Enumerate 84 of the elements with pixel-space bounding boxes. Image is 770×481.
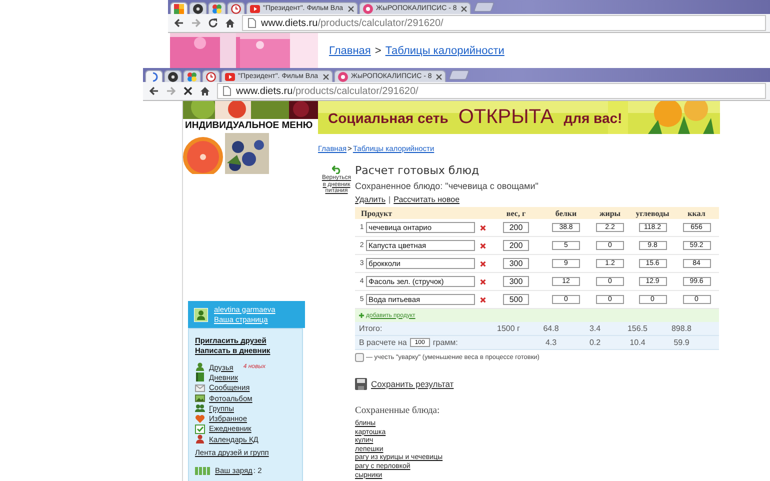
weight-field[interactable]: 300: [503, 276, 529, 287]
browser-tab[interactable]: [189, 2, 207, 14]
saved-dish-label: Сохраненное блюдо: "чечевица с овощами": [355, 181, 540, 193]
column-header: белки: [554, 208, 578, 218]
browser-tab[interactable]: [202, 70, 220, 82]
back-icon[interactable]: [174, 18, 184, 28]
per-value: 10.4: [628, 338, 646, 347]
stop-icon[interactable]: [183, 86, 193, 96]
total-weight: 1500 г: [496, 324, 521, 333]
remove-icon[interactable]: [480, 260, 486, 266]
breadcrumb-link[interactable]: Таблицы калорийности: [385, 45, 504, 57]
undo-arrow-icon[interactable]: [332, 165, 342, 174]
book-icon: [195, 372, 205, 382]
disc-icon: [168, 72, 178, 82]
pinwheel-icon: [187, 72, 197, 82]
plus-icon[interactable]: [359, 313, 364, 318]
group-icon: [195, 403, 205, 414]
battery-icon: [195, 466, 211, 475]
breadcrumb-link[interactable]: Главная: [329, 45, 371, 57]
close-icon[interactable]: [436, 74, 442, 80]
column-header: жиры: [598, 208, 622, 218]
page-icon: [248, 18, 256, 28]
per-label: В расчете на: [359, 338, 407, 347]
url-text: www.diets.ru/products/calculator/291620/: [261, 18, 444, 28]
close-icon[interactable]: [461, 6, 467, 12]
address-field[interactable]: www.diets.ru/products/calculator/291620/: [217, 83, 766, 99]
banner-text: для вас!: [564, 110, 622, 126]
column-header: Продукт: [360, 208, 394, 218]
weight-field[interactable]: 200: [503, 222, 529, 233]
browser-tab[interactable]: [227, 2, 245, 14]
saved-dishes-heading: Сохраненные блюда:: [355, 406, 441, 418]
total-value: 64.8: [542, 324, 560, 333]
url-text: www.diets.ru/products/calculator/291620/: [236, 86, 418, 96]
close-icon[interactable]: [348, 6, 354, 12]
grid-icon: [174, 4, 184, 14]
per-value: 59.9: [672, 338, 690, 347]
close-icon[interactable]: [323, 74, 329, 80]
breadcrumb-separator: >: [374, 45, 382, 57]
action-link[interactable]: Рассчитать новое: [394, 195, 460, 207]
people-icon: [195, 362, 205, 372]
browser-tab[interactable]: [170, 2, 188, 14]
checkbox[interactable]: [355, 352, 364, 362]
browser-tab[interactable]: [164, 70, 182, 82]
avatar-icon: [194, 308, 208, 322]
action-separator: |: [388, 195, 391, 206]
per-unit: грамм:: [432, 338, 458, 347]
disc-icon: [193, 4, 203, 14]
column-header: углеводы: [634, 208, 670, 218]
heart-icon: [195, 414, 205, 424]
weight-field[interactable]: 200: [503, 240, 529, 251]
remove-icon[interactable]: [480, 242, 486, 248]
page-title: Расчет готовых блюд: [355, 164, 480, 178]
envelope-icon: [195, 382, 205, 393]
save-result-link[interactable]: Сохранить результат: [371, 379, 454, 389]
total-value: 3.4: [588, 324, 602, 333]
column-header: вес, г: [505, 208, 527, 218]
photo-icon: [195, 393, 205, 404]
calendar-icon: [195, 424, 205, 434]
remove-icon[interactable]: [480, 224, 486, 230]
remove-icon[interactable]: [480, 296, 486, 302]
column-header: ккал: [686, 208, 706, 218]
weight-field[interactable]: 300: [503, 258, 529, 269]
menu-title: ИНДИВИДУАЛЬНОЕ МЕНЮ: [184, 119, 314, 133]
back-icon[interactable]: [149, 86, 159, 96]
total-label: Итого:: [358, 324, 384, 333]
floppy-icon[interactable]: [355, 378, 367, 390]
remove-icon[interactable]: [480, 278, 486, 284]
per-value: 0.2: [588, 338, 602, 347]
weight-field[interactable]: 500: [503, 294, 529, 305]
page-icon: [223, 86, 231, 96]
reload-icon[interactable]: [208, 18, 218, 28]
banner[interactable]: Социальная сеть ОТКРЫТА для вас!: [318, 101, 720, 134]
address-field[interactable]: www.diets.ru/products/calculator/291620/: [242, 15, 766, 31]
per-value: 4.3: [544, 338, 558, 347]
action-link[interactable]: Удалить: [355, 195, 386, 207]
home-icon[interactable]: [225, 18, 235, 28]
total-value: 898.8: [670, 324, 693, 333]
browser-tab[interactable]: [145, 70, 163, 82]
banner-highlight: ОТКРЫТА: [458, 106, 554, 129]
total-value: 156.5: [626, 324, 649, 333]
home-icon[interactable]: [200, 86, 210, 96]
pinwheel-icon: [212, 4, 222, 14]
banner-text: Социальная сеть: [328, 110, 448, 126]
person-icon: [195, 434, 205, 444]
